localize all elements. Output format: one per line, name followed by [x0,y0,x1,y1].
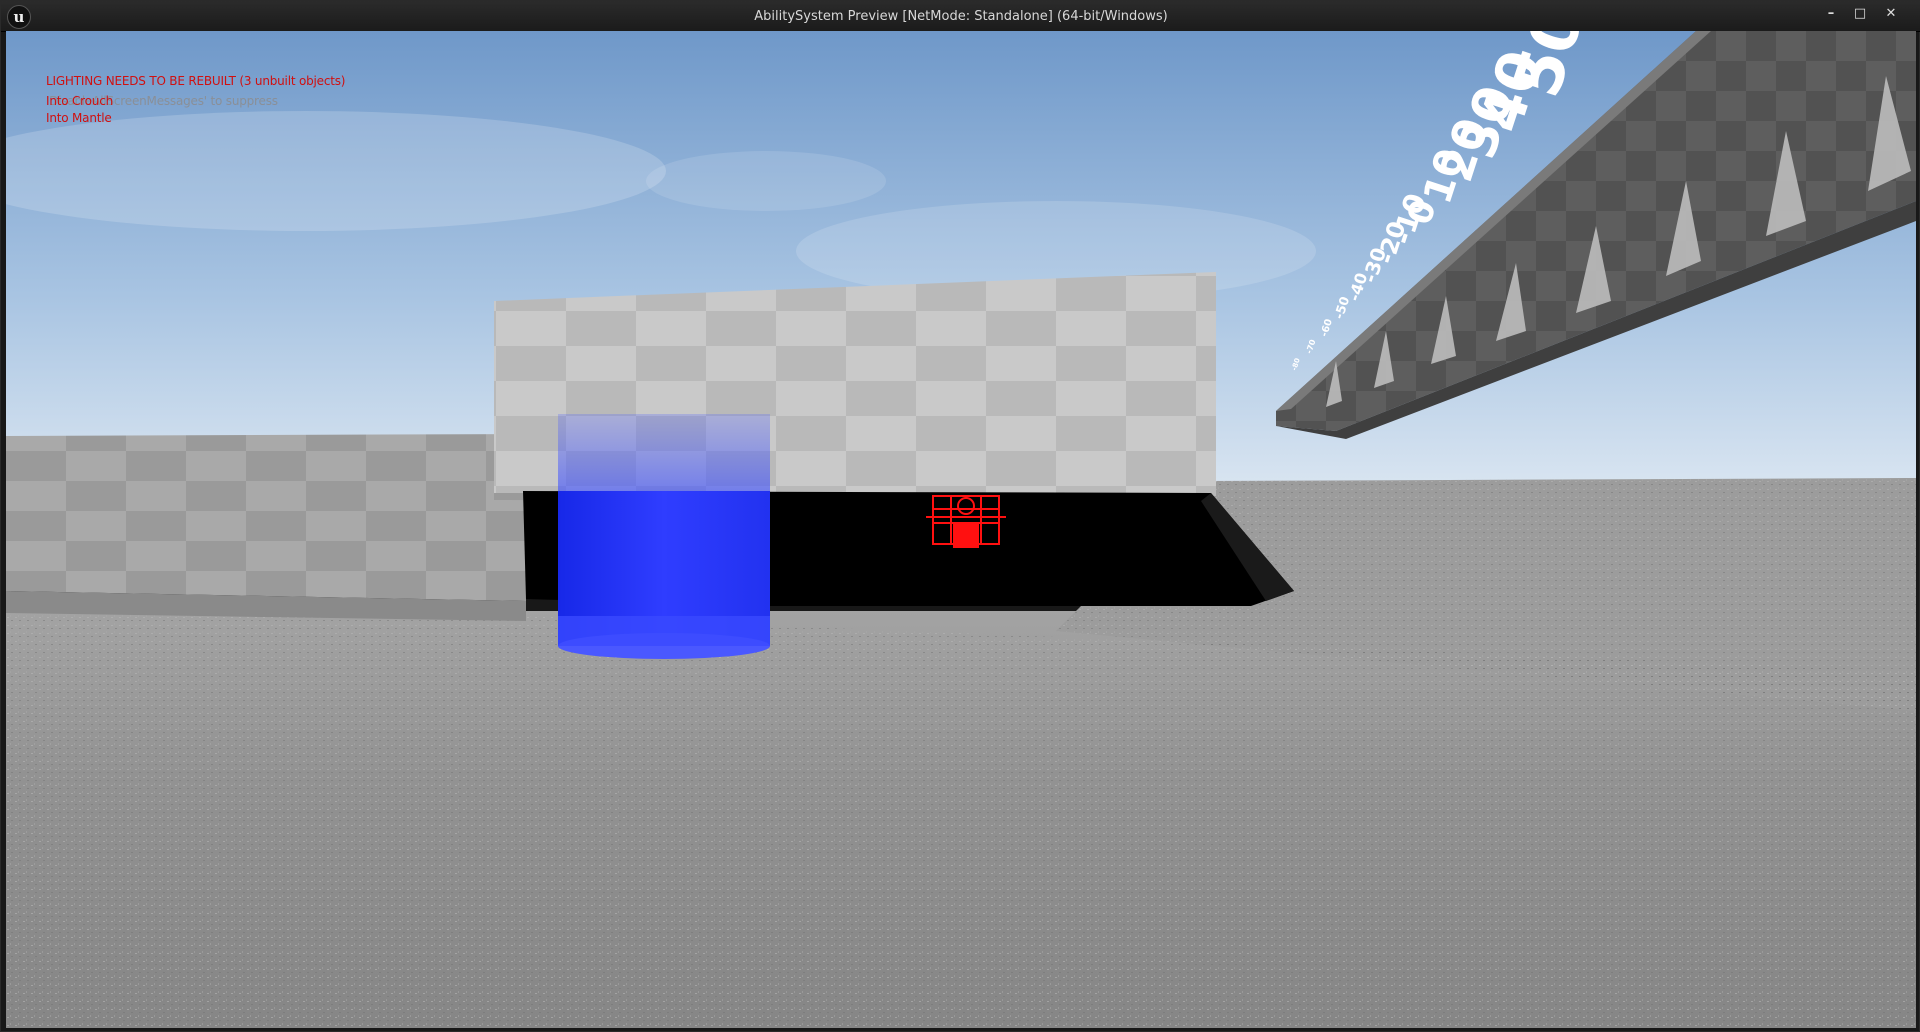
low-wall [6,434,526,601]
maximize-button[interactable]: □ [1848,5,1872,23]
log-line-mantle: Into Mantle [46,111,112,125]
title-bar[interactable]: u AbilitySystem Preview [NetMode: Standa… [1,1,1920,32]
lighting-warning: LIGHTING NEEDS TO BE REBUILT (3 unbuilt … [46,74,346,88]
minimize-button[interactable]: – [1819,5,1843,23]
window-title: AbilitySystem Preview [NetMode: Standalo… [754,9,1168,24]
scene-render: 50403020100-10-20-30-40-50-60-70-80 [6,31,1916,1028]
game-viewport[interactable]: 50 40 30 20 10 0 -10 -20 -30 -40 -50 -60 -70 -80 LIGH [6,31,1916,1028]
close-button[interactable]: ✕ [1879,5,1903,23]
game-window: u AbilitySystem Preview [NetMode: Standa… [0,0,1920,1032]
log-line-crouch: Into Crouch [46,94,114,108]
player-capsule [558,414,770,659]
